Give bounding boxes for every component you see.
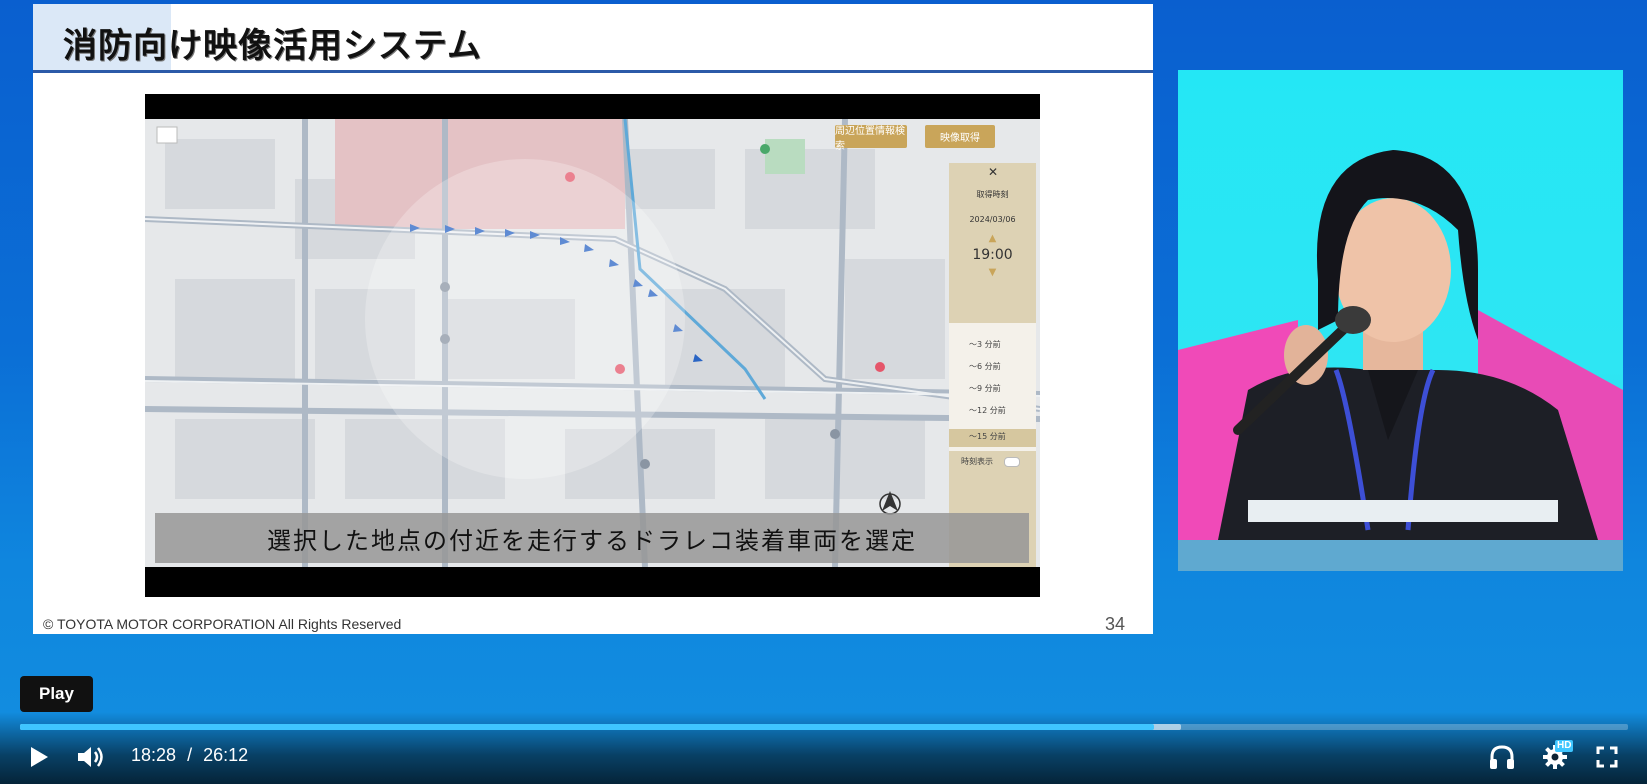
map-graphic <box>145 119 1040 567</box>
play-tooltip: Play <box>20 676 93 712</box>
option-9min[interactable]: ～9 分前 <box>969 383 1001 394</box>
title-divider <box>33 70 1153 73</box>
video-get-button[interactable]: 映像取得 <box>925 125 995 148</box>
option-12min[interactable]: ～12 分前 <box>969 405 1006 416</box>
panel-title: 取得時刻 <box>976 190 1009 199</box>
embedded-video: 周辺位置情報検索 映像取得 ✕ 取得時刻 2024/03/06 ▲ 19:00 … <box>145 94 1040 597</box>
close-icon[interactable]: ✕ <box>983 165 1003 179</box>
audio-button[interactable] <box>1485 741 1519 773</box>
speaker-video <box>1178 70 1623 571</box>
play-button[interactable] <box>22 742 56 772</box>
fullscreen-icon <box>1596 746 1618 768</box>
panel-time: 19:00 <box>972 247 1013 263</box>
progress-fill <box>20 724 1154 730</box>
speaker-image <box>1178 150 1623 571</box>
nearby-search-button[interactable]: 周辺位置情報検索 <box>835 125 907 152</box>
slide-page-number: 34 <box>1105 614 1126 634</box>
time-separator: / <box>187 745 193 765</box>
time-display-label: 時刻表示 <box>961 457 993 466</box>
fullscreen-button[interactable] <box>1592 743 1622 771</box>
option-3min[interactable]: ～3 分前 <box>969 339 1001 350</box>
current-time: 18:28 <box>131 745 177 765</box>
presentation-slide: 消防向け映像活用システム 周辺位置情報検索 映像取得 ✕ 取得時刻 2024/0… <box>33 4 1153 634</box>
slide-header: 消防向け映像活用システム <box>33 4 1153 73</box>
option-15min[interactable]: ～15 分前 <box>969 431 1006 442</box>
video-player[interactable]: 消防向け映像活用システム 周辺位置情報検索 映像取得 ✕ 取得時刻 2024/0… <box>0 0 1647 784</box>
headphones-icon <box>1490 745 1514 769</box>
copyright-text: © TOYOTA MOTOR CORPORATION All Rights Re… <box>43 616 402 632</box>
volume-icon <box>78 747 103 767</box>
time-display: 18:28 / 26:12 <box>131 745 248 766</box>
progress-bar[interactable] <box>20 724 1628 730</box>
slide-title: 消防向け映像活用システム <box>63 26 482 66</box>
play-icon <box>31 747 48 767</box>
time-panel: ✕ 取得時刻 2024/03/06 ▲ 19:00 ▼ ～3 分前 ～6 分前 … <box>949 163 1036 567</box>
volume-button[interactable] <box>74 742 108 772</box>
time-display-toggle[interactable] <box>1004 457 1020 467</box>
duration: 26:12 <box>203 745 249 765</box>
option-6min[interactable]: ～6 分前 <box>969 361 1001 372</box>
caption-box: 選択した地点の付近を走行するドラレコ装着車両を選定 <box>155 513 1029 563</box>
panel-date: 2024/03/06 <box>969 215 1016 224</box>
time-down-icon[interactable]: ▼ <box>949 267 1036 278</box>
map-view: 周辺位置情報検索 映像取得 ✕ 取得時刻 2024/03/06 ▲ 19:00 … <box>145 119 1040 567</box>
caption-text: 選択した地点の付近を走行するドラレコ装着車両を選定 <box>267 526 917 555</box>
hd-badge: HD <box>1555 740 1574 752</box>
time-up-icon[interactable]: ▲ <box>949 233 1036 244</box>
